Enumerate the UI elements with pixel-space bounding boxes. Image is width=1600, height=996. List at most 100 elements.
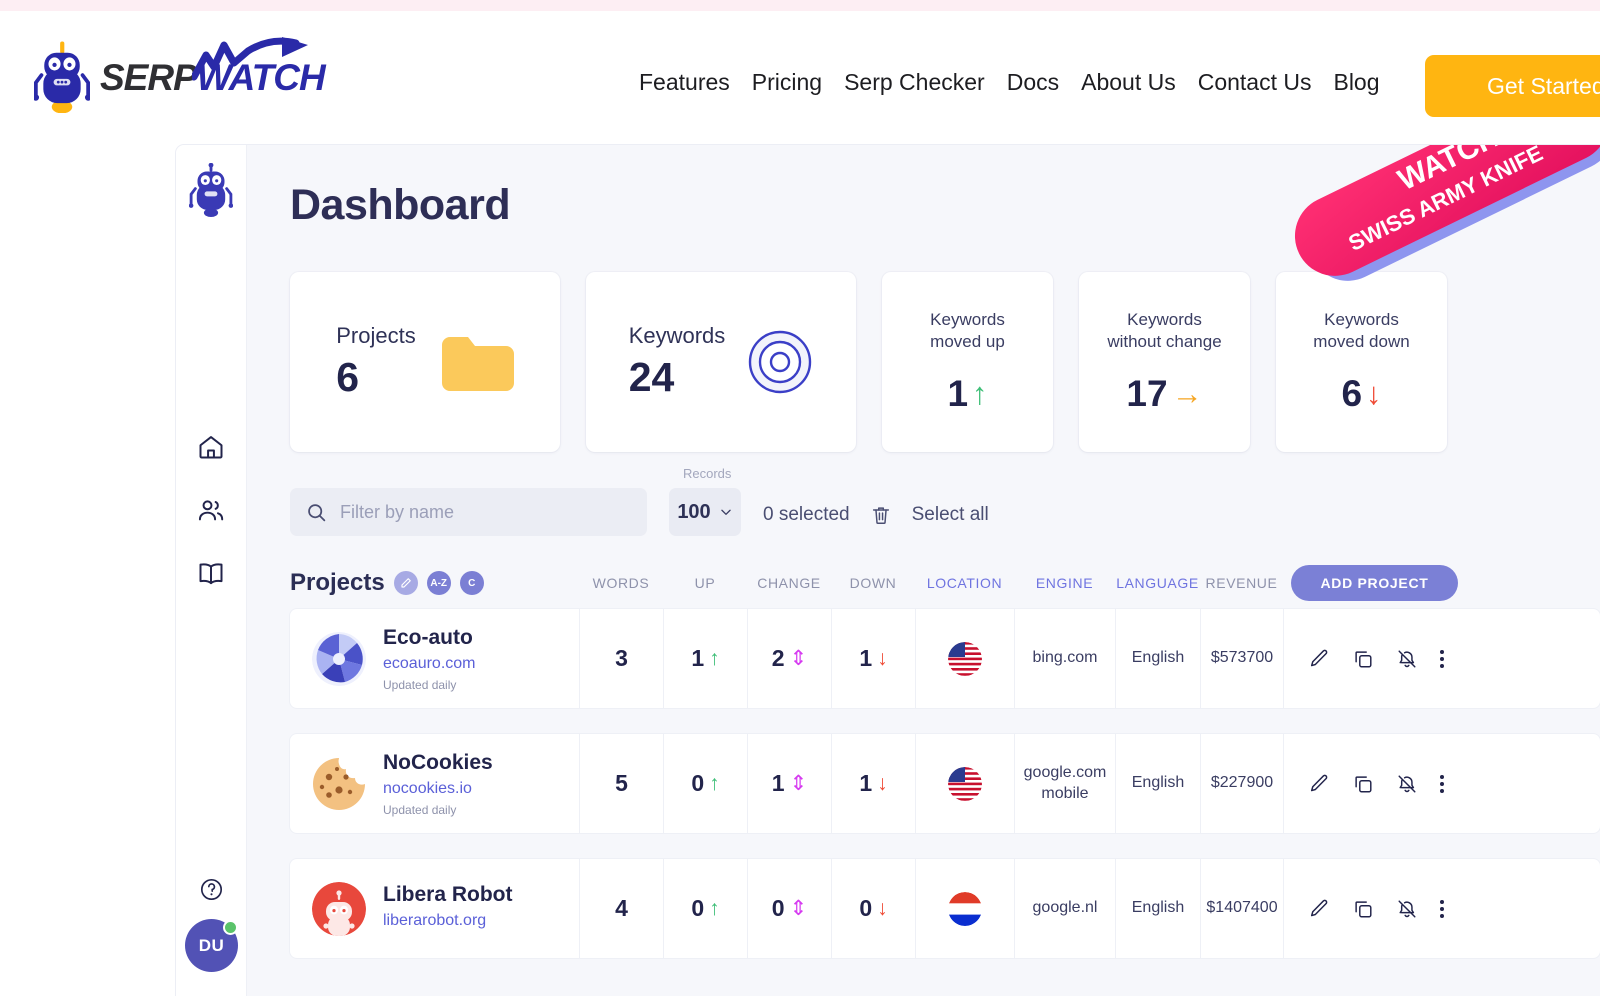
search-box[interactable] [290,488,647,536]
user-avatar[interactable]: DU [185,919,238,972]
arrow-up-icon: ↑ [709,647,720,671]
table-title: Projects [290,569,385,597]
help-icon[interactable] [197,874,227,904]
sidebar-robot-logo-icon[interactable] [189,163,233,217]
nav-item-pricing[interactable]: Pricing [741,69,833,96]
project-url[interactable]: nocookies.io [383,780,493,798]
table-row[interactable]: NoCookies nocookies.io Updated daily 5 0… [290,734,1600,833]
target-icon [747,329,813,395]
trash-icon[interactable] [870,504,892,526]
stat-card-keywords[interactable]: Keywords 24 [586,272,856,452]
get-started-button[interactable]: Get Started [1425,55,1600,117]
bell-off-icon[interactable] [1396,648,1418,670]
stat-label-line2: without change [1107,331,1221,353]
stat-card-keywords-without-change[interactable]: Keywords without change 17 → [1079,272,1250,452]
project-cell[interactable]: Eco-auto ecoauro.com Updated daily [290,609,579,708]
table-title-group: Projects A-Z C [290,569,579,597]
duplicate-icon[interactable] [1352,773,1374,795]
project-name: Libera Robot [383,882,513,907]
records-dropdown[interactable]: 100 [669,488,741,536]
bell-off-icon[interactable] [1396,898,1418,920]
sidebar-nav [196,432,226,588]
select-all-button[interactable]: Select all [912,504,989,526]
nav-item-features[interactable]: Features [628,69,741,96]
arrow-down-icon: ↓ [877,772,888,796]
cell-actions [1283,734,1458,833]
column-header-change[interactable]: CHANGE [747,575,831,591]
column-header-words[interactable]: WORDS [579,575,663,591]
engine-line1: google.com [1024,764,1107,781]
site-header: SERPWATCH Features Pricing Serp Checker … [0,11,1600,136]
records-selector: Records 100 [669,488,741,536]
stat-value: 6 [336,355,415,400]
stat-label-line1: Keywords [1107,309,1221,331]
stats-cards: Projects 6 Keywords [290,272,1600,452]
cell-words: 5 [579,734,663,833]
duplicate-icon[interactable] [1352,898,1374,920]
project-url[interactable]: liberarobot.org [383,912,513,930]
add-project-button[interactable]: ADD PROJECT [1291,565,1458,601]
app-sidebar: DU [176,145,247,996]
cell-location [915,859,1014,958]
stat-card-projects[interactable]: Projects 6 [290,272,560,452]
table-row[interactable]: Eco-auto ecoauro.com Updated daily 3 1↑ … [290,609,1600,708]
more-menu-icon[interactable] [1440,900,1444,918]
more-menu-icon[interactable] [1440,775,1444,793]
edit-badge-icon[interactable] [394,571,418,595]
selection-info: 0 selected Select all [763,504,989,536]
arrow-up-icon: ↑ [709,897,720,921]
edit-icon[interactable] [1308,773,1330,795]
project-url[interactable]: ecoauro.com [383,655,476,673]
us-flag-icon [948,642,982,676]
cell-down: 0↓ [831,859,915,958]
bell-off-icon[interactable] [1396,773,1418,795]
column-header-language[interactable]: LANGUAGE [1115,575,1200,591]
duplicate-icon[interactable] [1352,648,1374,670]
app-main: WATCH SWISS ARMY KNIFE Dashboard Project… [247,145,1600,996]
sidebar-item-docs[interactable] [196,558,226,588]
arrow-down-icon: ↓ [1366,376,1382,412]
stat-card-keywords-moved-up[interactable]: Keywords moved up 1 ↑ [882,272,1053,452]
more-menu-icon[interactable] [1440,650,1444,668]
sidebar-item-home[interactable] [196,432,226,462]
online-status-dot [223,920,238,935]
nav-item-about-us[interactable]: About Us [1070,69,1187,96]
project-cell[interactable]: Libera Robot liberarobot.org [290,859,579,958]
edit-icon[interactable] [1308,898,1330,920]
cell-revenue: $1407400 [1200,859,1283,958]
engine-line2: mobile [1041,785,1088,802]
table-row[interactable]: Libera Robot liberarobot.org 4 0↑ 0⇕ 0↓ [290,859,1600,958]
cell-down: 1↓ [831,609,915,708]
sidebar-item-team[interactable] [196,495,226,525]
serpwatch-logo[interactable]: SERPWATCH [34,41,325,113]
edit-icon[interactable] [1308,648,1330,670]
cell-language: English [1115,859,1200,958]
cell-location [915,734,1014,833]
cell-actions [1283,609,1458,708]
arrow-updown-icon: ⇕ [790,646,808,671]
column-header-down[interactable]: DOWN [831,575,915,591]
selected-count: 0 selected [763,504,850,526]
search-input[interactable] [340,502,631,523]
stat-card-keywords-moved-down[interactable]: Keywords moved down 6 ↓ [1276,272,1447,452]
stat-value: 1 [947,373,968,415]
nav-item-serp-checker[interactable]: Serp Checker [833,69,996,96]
app-window: DU [176,145,1600,996]
column-header-up[interactable]: UP [663,575,747,591]
cell-actions [1283,859,1458,958]
column-header-revenue[interactable]: REVENUE [1200,575,1283,591]
main-navigation: Features Pricing Serp Checker Docs About… [628,69,1509,96]
project-cell[interactable]: NoCookies nocookies.io Updated daily [290,734,579,833]
cell-revenue: $227900 [1200,734,1283,833]
column-header-engine[interactable]: ENGINE [1014,575,1115,591]
table-toolbar: Records 100 0 selected [290,488,1600,536]
nav-item-blog[interactable]: Blog [1322,69,1390,96]
c-badge[interactable]: C [460,571,484,595]
column-header-location[interactable]: LOCATION [915,575,1014,591]
project-name: Eco-auto [383,625,476,650]
arrow-up-icon: ↑ [709,772,720,796]
nav-item-contact-us[interactable]: Contact Us [1187,69,1323,96]
sort-az-badge[interactable]: A-Z [427,571,451,595]
cell-up: 0↑ [663,734,747,833]
nav-item-docs[interactable]: Docs [996,69,1070,96]
